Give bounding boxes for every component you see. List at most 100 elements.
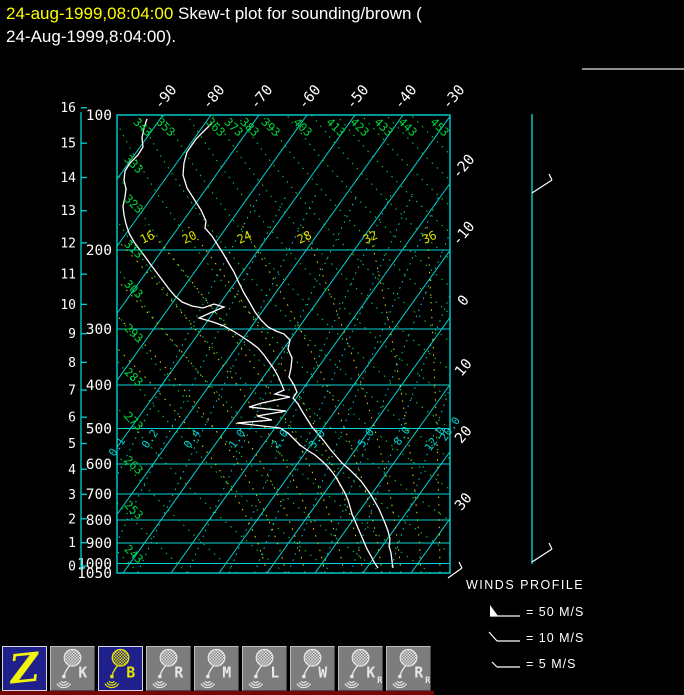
mixing-ratio-label: 5.0	[355, 426, 377, 450]
mixing-ratio-line	[351, 194, 490, 573]
toolbar-button-w[interactable]: W	[290, 646, 335, 691]
pressure-tick-label: 300	[86, 322, 112, 338]
isotherm-top-labels: -90-80-70-60-50-40-30	[151, 82, 468, 112]
dry-adiabat-line	[212, 115, 684, 573]
mixing-ratio-labels: 0.10.20.41.02.03.05.08.012.020.0	[106, 414, 463, 458]
dry-adiabat-label: 423	[347, 115, 372, 140]
pressure-tick-label: 900	[86, 536, 112, 552]
button-letter: R	[414, 664, 423, 681]
dry-adiabat-line	[311, 115, 684, 573]
sonde-box-icon	[350, 675, 353, 678]
dry-adiabat-line	[0, 115, 187, 573]
balloon-string	[352, 666, 357, 675]
wind-barb-10-icon	[488, 630, 522, 646]
legend-label-5ms: = 5 M/S	[526, 657, 576, 671]
dry-adiabat-label: 433	[371, 115, 396, 140]
legend-row-50ms: = 50 M/S	[466, 600, 681, 626]
sonde-box-icon	[158, 675, 161, 678]
toolbar-button-rr[interactable]: RR	[386, 646, 431, 691]
toolbar-button-z[interactable]: Z	[2, 646, 47, 691]
mixing-ratio-line	[229, 194, 392, 573]
wind-barb-shaft	[532, 549, 552, 562]
signal-arc-icon	[61, 681, 66, 682]
dry-adiabat-label: 343	[130, 115, 155, 140]
isotherm-line	[27, 115, 355, 573]
button-letter-subscript: R	[425, 676, 430, 686]
height-tick-label: 7	[68, 384, 76, 399]
dry-adiabat-label: 403	[290, 115, 315, 140]
button-letter: M	[222, 664, 231, 681]
button-letter: K	[366, 664, 375, 681]
isobar-lines	[117, 115, 450, 573]
isotherm-line	[0, 115, 307, 573]
mixing-ratio-line	[321, 194, 466, 573]
wind-barb	[532, 543, 552, 562]
toolbar-button-k[interactable]: K	[50, 646, 95, 691]
sonde-box-icon	[254, 675, 257, 678]
temperature-trace	[183, 123, 393, 568]
mixing-ratio-line	[288, 194, 439, 573]
sonde-box-icon	[302, 675, 305, 678]
balloon-string	[304, 666, 309, 675]
legend-row-5ms: = 5 M/S	[466, 652, 681, 678]
balloon-string	[256, 666, 261, 675]
moist-adiabat-line	[427, 225, 440, 573]
pressure-tick-label: 1050	[77, 566, 112, 582]
pressure-tick-label: 500	[86, 421, 112, 437]
wind-barb-tick	[549, 174, 552, 180]
moist-adiabat-label: 32	[361, 228, 380, 247]
isotherm-line	[0, 115, 211, 573]
height-tick-label: 2	[68, 512, 76, 527]
toolbar-button-m[interactable]: M	[194, 646, 239, 691]
radiosonde-balloon-icon: W	[291, 647, 334, 690]
pressure-axis-labels: 10020030040050060070080090010001050	[77, 108, 112, 582]
isotherm-top-label: -80	[199, 82, 228, 112]
radiosonde-balloon-icon: K	[51, 647, 94, 690]
dry-adiabat-label: 413	[323, 115, 348, 140]
height-tick-label: 8	[68, 356, 76, 371]
height-tick-label: 16	[60, 101, 76, 116]
app-window: 24-aug-1999,08:04:00 Skew-t plot for sou…	[0, 0, 684, 695]
dry-adiabat-line	[112, 115, 576, 573]
height-tick-label: 15	[60, 137, 76, 152]
mixing-ratio-label: 0.2	[139, 427, 161, 451]
isotherm-line	[123, 115, 451, 573]
wind-barb	[532, 174, 552, 193]
balloon-string	[112, 666, 117, 675]
toolbar-button-l[interactable]: L	[242, 646, 287, 691]
dry-adiabat-line	[336, 115, 684, 573]
moist-adiabat-label: 36	[420, 228, 439, 247]
pressure-tick-label: 800	[86, 513, 112, 529]
isotherm-lines	[0, 115, 684, 573]
toolbar-button-r[interactable]: R	[146, 646, 191, 691]
bottom-strip	[0, 691, 434, 695]
toolbar-button-b[interactable]: B	[98, 646, 143, 691]
mixing-ratio-line	[255, 194, 413, 573]
signal-arc-icon	[349, 681, 354, 682]
height-tick-label: 10	[60, 298, 76, 313]
height-tick-label: 1	[68, 536, 76, 551]
plot-clipped-layers	[0, 115, 684, 573]
height-tick-label: 5	[68, 437, 76, 452]
dry-adiabat-line	[0, 115, 285, 573]
height-tick-label: 14	[60, 171, 76, 186]
height-tick-label: 12	[60, 236, 76, 251]
dry-adiabat-label: 293	[121, 321, 146, 346]
signal-arc-icon	[157, 681, 162, 682]
mixing-ratio-label: 1.0	[226, 427, 248, 451]
isotherm-top-label: -90	[151, 82, 180, 112]
sonde-box-icon	[206, 675, 209, 678]
dry-adiabat-label: 393	[258, 115, 283, 140]
height-axis: 012345678910111213141516	[60, 101, 87, 574]
pressure-tick-label: 100	[86, 108, 112, 124]
toolbar-button-kr[interactable]: KR	[338, 646, 383, 691]
button-letter: L	[270, 664, 279, 681]
isotherm-line	[0, 115, 115, 573]
sonde-box-icon	[398, 675, 401, 678]
height-tick-label: 11	[60, 268, 76, 283]
dry-adiabat-line	[137, 115, 625, 573]
isotherm-right-label: -20	[449, 152, 478, 182]
moist-adiabat-label: 24	[235, 228, 254, 247]
isotherm-line	[219, 115, 547, 573]
radiosonde-balloon-icon: L	[243, 647, 286, 690]
